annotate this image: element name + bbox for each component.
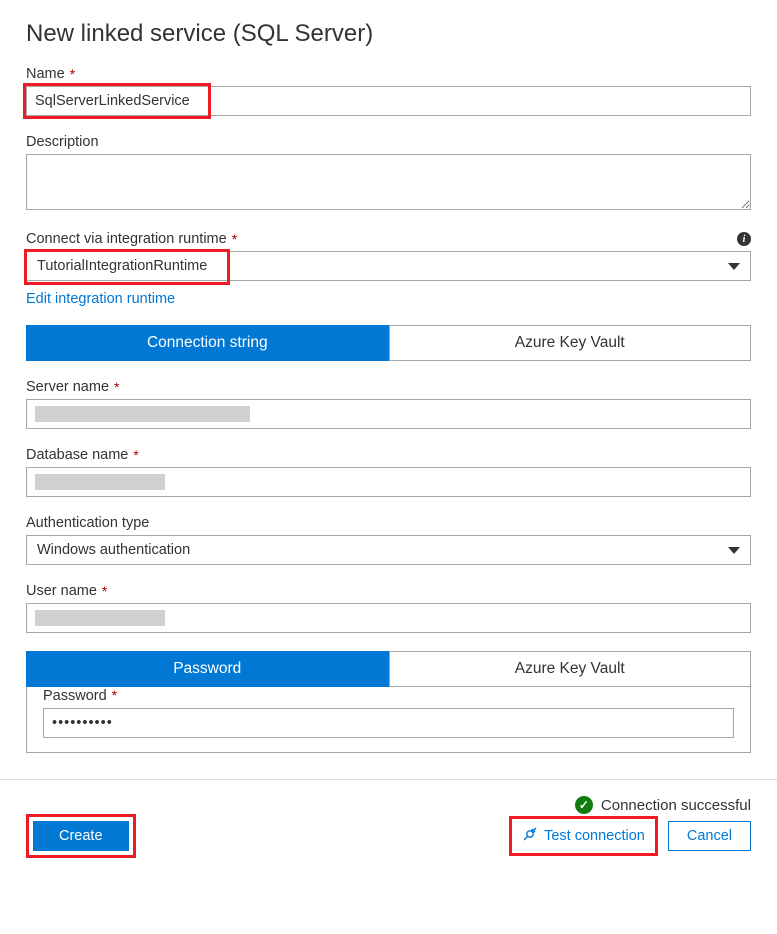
tab-connection-string[interactable]: Connection string	[26, 325, 389, 361]
edit-runtime-link[interactable]: Edit integration runtime	[26, 291, 175, 307]
auth-type-select[interactable]: Windows authentication	[26, 535, 751, 565]
description-label: Description	[26, 134, 751, 150]
redacted-value	[35, 406, 250, 422]
description-input[interactable]	[26, 154, 751, 210]
highlight-box: Create	[26, 814, 136, 858]
tab-azure-key-vault-pw[interactable]: Azure Key Vault	[389, 651, 752, 687]
name-label: Name*	[26, 66, 751, 82]
highlight-box: Test connection	[509, 816, 658, 856]
server-name-input[interactable]	[26, 399, 751, 429]
password-type-tabs: Password Azure Key Vault	[26, 651, 751, 687]
runtime-label: Connect via integration runtime* i	[26, 231, 751, 247]
auth-type-label: Authentication type	[26, 515, 751, 531]
required-icon: *	[133, 447, 138, 463]
tab-password[interactable]: Password	[26, 651, 389, 687]
tab-azure-key-vault-conn[interactable]: Azure Key Vault	[389, 325, 752, 361]
runtime-select[interactable]: TutorialIntegrationRuntime	[26, 251, 751, 281]
user-name-label: User name*	[26, 583, 751, 599]
plug-icon	[522, 826, 538, 846]
required-icon: *	[112, 687, 117, 703]
cancel-button[interactable]: Cancel	[668, 821, 751, 851]
connection-status: ✓ Connection successful	[575, 796, 751, 814]
database-name-label: Database name*	[26, 447, 751, 463]
connection-type-tabs: Connection string Azure Key Vault	[26, 325, 751, 361]
chevron-down-icon	[728, 547, 740, 554]
test-connection-button[interactable]: Test connection	[514, 820, 653, 852]
redacted-value	[35, 610, 165, 626]
required-icon: *	[102, 583, 107, 599]
chevron-down-icon	[728, 263, 740, 270]
password-label: Password*	[43, 687, 734, 704]
database-name-input[interactable]	[26, 467, 751, 497]
required-icon: *	[114, 379, 119, 395]
check-icon: ✓	[575, 796, 593, 814]
info-icon[interactable]: i	[737, 232, 751, 246]
server-name-label: Server name*	[26, 379, 751, 395]
user-name-input[interactable]	[26, 603, 751, 633]
required-icon: *	[232, 231, 237, 247]
required-icon: *	[70, 66, 75, 82]
password-input[interactable]	[43, 708, 734, 738]
create-button[interactable]: Create	[33, 821, 129, 851]
name-input[interactable]	[26, 86, 751, 116]
redacted-value	[35, 474, 165, 490]
page-title: New linked service (SQL Server)	[26, 20, 751, 48]
